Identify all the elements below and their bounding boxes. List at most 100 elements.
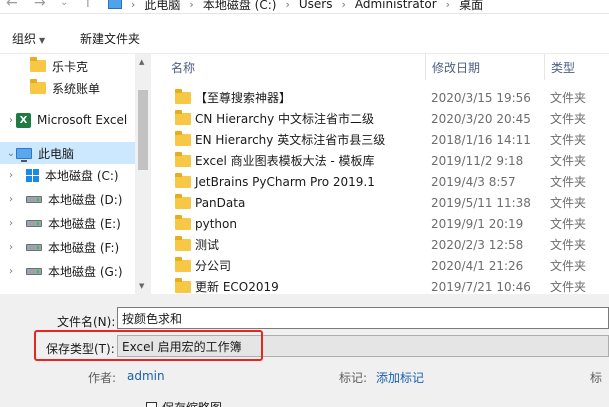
nav-item-drive-c[interactable]: › 本地磁盘 (C:) — [0, 164, 135, 186]
folder-icon — [175, 131, 191, 146]
filename-input[interactable]: 按颜色求和 — [117, 307, 609, 329]
nav-item-label: Microsoft Excel — [37, 113, 128, 127]
folder-icon — [175, 215, 191, 230]
drive-icon — [26, 195, 42, 203]
file-row[interactable]: EN Hierarchy 英文标注省市县三级 2018/1/16 14:11 文… — [151, 129, 609, 150]
caret-down-icon: ▼ — [39, 36, 46, 45]
nav-item-this-pc[interactable]: ⌄ 此电脑 — [0, 142, 135, 164]
navigation-scrollbar[interactable]: ▲ ▼ — [135, 54, 151, 294]
folder-icon — [175, 173, 191, 188]
nav-item-label: 本地磁盘 (E:) — [48, 216, 121, 231]
column-header-label: 名称 — [171, 60, 196, 75]
scrollbar-thumb[interactable] — [138, 90, 148, 170]
computer-icon — [16, 147, 32, 162]
expand-arrow-icon[interactable]: ⌄ — [6, 148, 16, 159]
file-date: 2020/3/20 20:45 — [431, 111, 531, 126]
file-name: python — [195, 216, 237, 231]
nav-item-drive-f[interactable]: › 本地磁盘 (F:) — [0, 236, 135, 258]
file-date: 2020/4/1 21:26 — [431, 258, 524, 273]
file-name: CN Hierarchy 中文标注省市二级 — [195, 112, 374, 126]
folder-icon — [175, 110, 191, 125]
up-arrow-icon[interactable]: ↑ — [82, 0, 94, 11]
chevron-right-icon: › — [131, 0, 136, 11]
file-row[interactable]: PanData 2019/5/11 11:38 文件夹 — [151, 192, 609, 213]
file-row[interactable]: JetBrains PyCharm Pro 2019.1 2019/4/3 8:… — [151, 171, 609, 192]
tags-label: 标记: — [339, 371, 368, 385]
nav-item-label: 本地磁盘 (D:) — [48, 192, 123, 207]
breadcrumb-drive-c[interactable]: 本地磁盘 (C:) — [203, 0, 277, 13]
file-type: 文件夹 — [550, 238, 587, 252]
nav-item-label: 系统账单 — [52, 81, 101, 96]
column-header-type[interactable]: 类型 — [544, 54, 609, 80]
folder-icon — [175, 89, 191, 104]
file-type: 文件夹 — [550, 217, 587, 231]
scroll-up-arrow-icon[interactable]: ▲ — [139, 58, 144, 66]
nav-item-label: 本地磁盘 (F:) — [48, 240, 120, 255]
back-arrow-icon[interactable]: ← — [6, 0, 18, 11]
highlight-box — [34, 330, 263, 361]
organize-label: 组织 — [12, 32, 37, 46]
navigation-pane: 乐卡克 系统账单 › X Microsoft Excel ⌄ 此电脑 › 本地磁… — [0, 54, 135, 294]
expand-arrow-icon[interactable]: › — [6, 266, 16, 277]
file-row[interactable]: Excel 商业图表模板大法 - 模板库 2019/11/2 9:18 文件夹 — [151, 150, 609, 171]
address-bar: ← → ⌄ ↑ › 此电脑 › 本地磁盘 (C:) › Users › Admi… — [0, 0, 609, 14]
file-name: 分公司 — [195, 259, 232, 273]
file-type: 文件夹 — [550, 133, 587, 147]
nav-item-label: 本地磁盘 (C:) — [45, 168, 119, 183]
breadcrumb-desktop[interactable]: 桌面 — [459, 0, 483, 13]
breadcrumb-administrator[interactable]: Administrator — [355, 0, 437, 11]
file-type: 文件夹 — [550, 154, 587, 168]
file-row[interactable]: python 2019/9/1 20:19 文件夹 — [151, 213, 609, 234]
folder-icon — [175, 278, 191, 293]
file-date: 2019/5/11 11:38 — [431, 195, 531, 210]
chevron-right-icon: › — [445, 0, 451, 11]
computer-icon — [108, 0, 122, 9]
file-row[interactable]: 测试 2020/2/3 12:58 文件夹 — [151, 234, 609, 255]
expand-arrow-icon[interactable]: › — [6, 194, 16, 205]
file-row[interactable]: 【至尊搜索神器】 2020/3/15 19:56 文件夹 — [151, 87, 609, 108]
file-name: 测试 — [195, 238, 220, 252]
add-tags-link[interactable]: 添加标记 — [376, 369, 424, 386]
filename-label: 文件名(N): — [57, 315, 116, 329]
column-header-date[interactable]: 修改日期 — [425, 54, 545, 80]
expand-arrow-icon[interactable]: › — [6, 242, 16, 253]
folder-icon — [175, 236, 191, 251]
file-type: 文件夹 — [550, 112, 587, 126]
forward-arrow-icon[interactable]: → — [34, 0, 46, 11]
chevron-right-icon: › — [285, 0, 290, 11]
nav-item-billing[interactable]: 系统账单 — [0, 77, 135, 99]
author-value[interactable]: admin — [127, 369, 165, 383]
breadcrumb: › 此电脑 › 本地磁盘 (C:) › Users › Administrato… — [108, 0, 483, 13]
file-row[interactable]: CN Hierarchy 中文标注省市二级 2020/3/20 20:45 文件… — [151, 108, 609, 129]
file-type: 文件夹 — [550, 196, 587, 210]
column-header-label: 类型 — [551, 60, 576, 75]
breadcrumb-users[interactable]: Users — [299, 0, 333, 11]
nav-item-label: 本地磁盘 (G:) — [48, 264, 123, 279]
expand-arrow-icon[interactable]: › — [6, 115, 16, 126]
organize-button[interactable]: 组织 ▼ — [12, 30, 45, 47]
breadcrumb-this-pc[interactable]: 此电脑 — [144, 0, 180, 13]
folder-icon — [30, 79, 46, 94]
file-name: 【至尊搜索神器】 — [195, 91, 292, 105]
nav-item-lecaike[interactable]: 乐卡克 — [0, 55, 135, 77]
folder-icon — [175, 152, 191, 167]
drive-icon — [26, 267, 42, 275]
recent-dropdown-icon[interactable]: ⌄ — [60, 0, 68, 8]
file-name: PanData — [195, 195, 246, 210]
column-header-name[interactable]: 名称 — [171, 54, 421, 80]
nav-item-drive-e[interactable]: › 本地磁盘 (E:) — [0, 212, 135, 234]
nav-item-microsoft-excel[interactable]: › X Microsoft Excel — [0, 109, 135, 131]
file-row[interactable]: 分公司 2020/4/1 21:26 文件夹 — [151, 255, 609, 276]
expand-arrow-icon[interactable]: › — [6, 170, 16, 181]
nav-item-drive-d[interactable]: › 本地磁盘 (D:) — [0, 188, 135, 210]
file-type: 文件夹 — [550, 175, 587, 189]
file-date: 2018/1/16 14:11 — [431, 132, 531, 147]
windows-drive-icon — [26, 168, 39, 182]
scroll-down-arrow-icon[interactable]: ▼ — [139, 282, 144, 290]
expand-arrow-icon[interactable]: › — [6, 218, 16, 229]
nav-item-drive-g[interactable]: › 本地磁盘 (G:) — [0, 260, 135, 282]
save-thumbnail-checkbox[interactable] — [146, 402, 157, 407]
file-name: EN Hierarchy 英文标注省市县三级 — [195, 133, 386, 147]
new-folder-button[interactable]: 新建文件夹 — [80, 30, 140, 47]
file-row[interactable]: 更新 ECO2019 2019/7/21 10:46 文件夹 — [151, 276, 609, 294]
